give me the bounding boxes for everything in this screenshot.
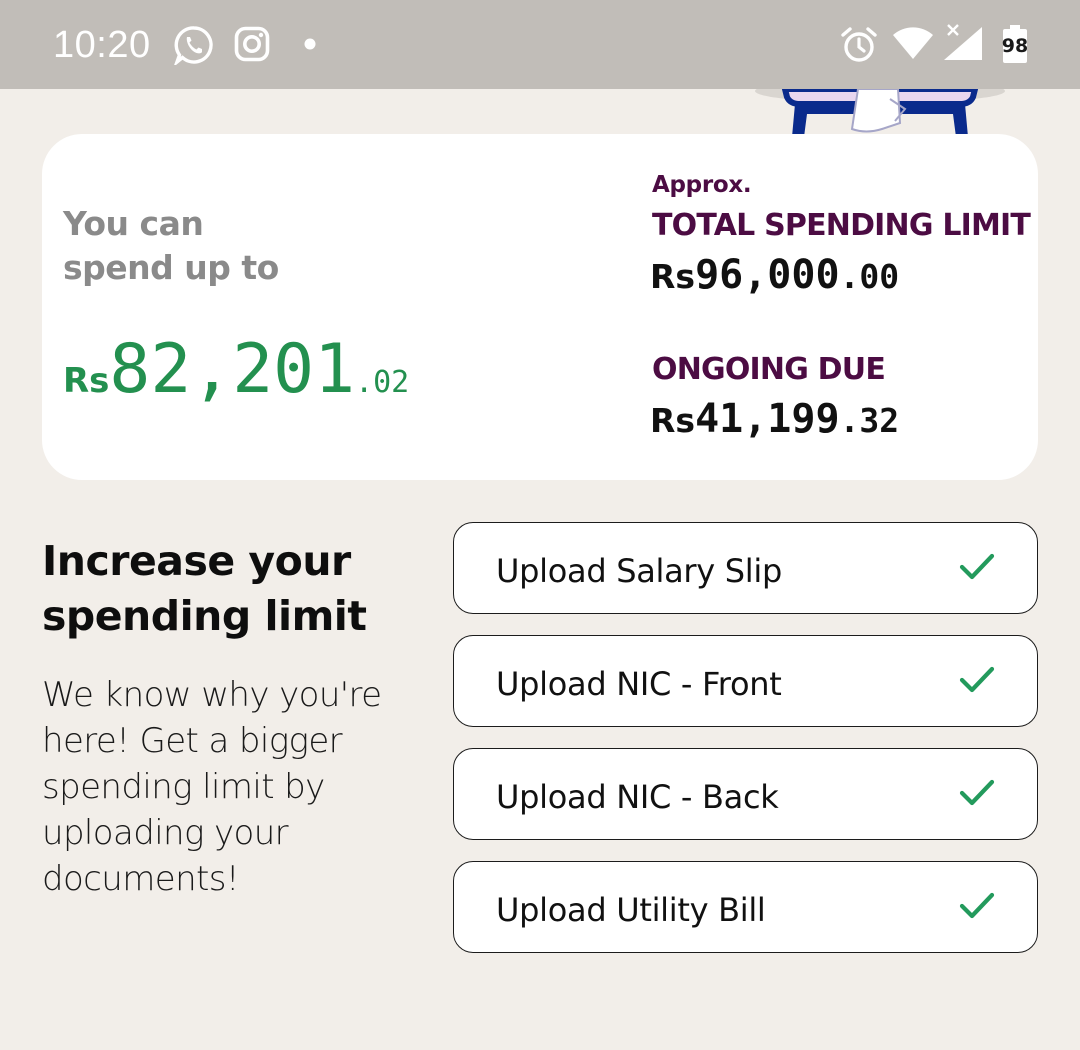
upload-item-label: Upload NIC - Front bbox=[496, 665, 782, 703]
upload-item-label: Upload Utility Bill bbox=[496, 891, 766, 929]
total-limit-amount: Rs96,000.00 bbox=[650, 252, 899, 298]
hero-illustration bbox=[740, 79, 1020, 139]
increase-limit-description: We know why you're here! Get a bigger sp… bbox=[42, 675, 382, 899]
spendable-amount: Rs82,201.02 bbox=[63, 330, 409, 409]
spending-limit-card: You can spend up to Rs82,201.02 Approx. … bbox=[42, 134, 1038, 480]
spendable-integer: 82,201 bbox=[109, 330, 356, 409]
status-time: 10:20 bbox=[53, 24, 151, 66]
increase-title-line1: Increase your bbox=[42, 537, 351, 585]
total-limit-decimal: .00 bbox=[839, 257, 900, 296]
whatsapp-icon bbox=[174, 25, 214, 65]
check-icon bbox=[959, 664, 995, 696]
spend-up-to-label: You can spend up to bbox=[63, 202, 363, 290]
wifi-icon bbox=[892, 26, 934, 60]
spendable-currency: Rs bbox=[63, 361, 110, 401]
upload-item-label: Upload NIC - Back bbox=[496, 778, 779, 816]
dot-icon bbox=[304, 38, 316, 50]
approx-label: Approx. bbox=[652, 172, 752, 198]
ongoing-due-integer: 41,199 bbox=[695, 396, 840, 442]
upload-item-label: Upload Salary Slip bbox=[496, 552, 782, 590]
spendable-decimal: .02 bbox=[355, 365, 410, 400]
upload-nic-front-button[interactable]: Upload NIC - Front bbox=[453, 635, 1038, 727]
check-icon bbox=[959, 777, 995, 809]
battery-icon: 98 bbox=[1002, 24, 1028, 64]
spend-label-line2: spend up to bbox=[63, 248, 279, 287]
signal-icon bbox=[942, 22, 984, 62]
ongoing-due-currency: Rs bbox=[650, 401, 696, 440]
total-limit-label: TOTAL SPENDING LIMIT bbox=[652, 208, 1031, 243]
ongoing-due-label: ONGOING DUE bbox=[652, 352, 886, 387]
increase-limit-title: Increase your spending limit bbox=[42, 534, 442, 644]
instagram-icon bbox=[234, 26, 270, 62]
alarm-icon bbox=[840, 26, 878, 64]
ongoing-due-decimal: .32 bbox=[839, 401, 900, 440]
check-icon bbox=[959, 890, 995, 922]
upload-utility-bill-button[interactable]: Upload Utility Bill bbox=[453, 861, 1038, 953]
upload-nic-back-button[interactable]: Upload NIC - Back bbox=[453, 748, 1038, 840]
battery-level: 98 bbox=[1001, 35, 1029, 57]
total-limit-currency: Rs bbox=[650, 257, 696, 296]
total-limit-integer: 96,000 bbox=[695, 252, 840, 298]
upload-salary-slip-button[interactable]: Upload Salary Slip bbox=[453, 522, 1038, 614]
ongoing-due-amount: Rs41,199.32 bbox=[650, 396, 899, 442]
spend-label-line1: You can bbox=[63, 204, 204, 243]
increase-title-line2: spending limit bbox=[42, 592, 367, 640]
check-icon bbox=[959, 551, 995, 583]
status-bar: 10:20 98 bbox=[0, 0, 1080, 89]
